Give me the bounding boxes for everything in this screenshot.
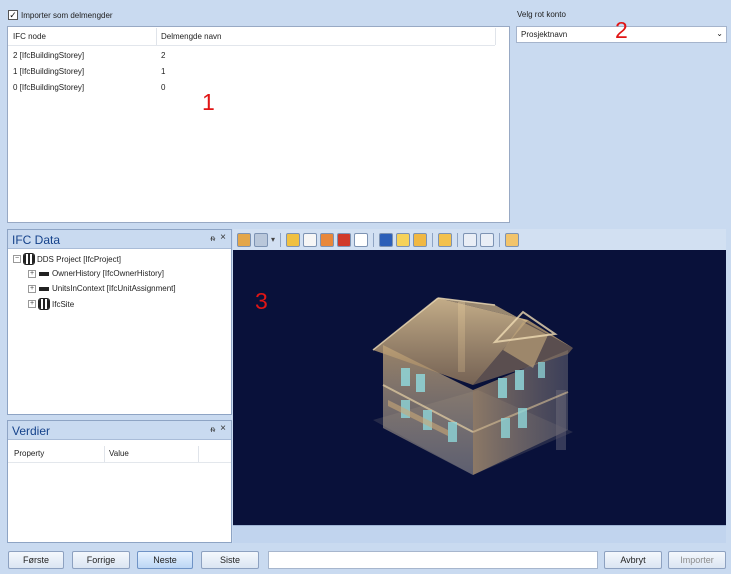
section-icon[interactable] [286, 232, 301, 247]
import-as-subsets-option[interactable]: ✓ Importer som delmengder [8, 10, 113, 20]
tree-node-site[interactable]: + IfcSite [28, 298, 75, 310]
next-button[interactable]: Neste [137, 551, 193, 569]
last-button[interactable]: Siste [201, 551, 259, 569]
axis-icon[interactable] [505, 232, 520, 247]
root-account-label: Velg rot konto [517, 10, 566, 19]
tree-node-owner-history[interactable]: + OwnerHistory [IfcOwnerHistory] [28, 269, 164, 278]
cell-subset-name[interactable]: 0 [161, 83, 165, 92]
ifc-data-panel: IFC Data ᵰ × − DDS Project [IfcProject] … [7, 229, 232, 415]
project-icon [23, 253, 35, 265]
tree-node-label: OwnerHistory [IfcOwnerHistory] [52, 269, 165, 278]
values-panel: Verdier ᵰ × Property Value [7, 420, 232, 543]
table-row[interactable]: 2 [IfcBuildingStorey] 2 [8, 49, 509, 64]
tree-node-label: DDS Project [IfcProject] [37, 254, 122, 264]
pin-icon[interactable]: ᵰ [211, 425, 215, 434]
pin-icon[interactable]: ᵰ [211, 234, 215, 243]
tree-node-units[interactable]: + UnitsInContext [IfcUnitAssignment] [28, 284, 176, 293]
close-icon[interactable]: × [220, 423, 226, 434]
root-account-value: Prosjektnavn [521, 30, 568, 39]
values-panel-header: Verdier ᵰ × [8, 421, 231, 440]
building-model [372, 297, 573, 475]
import-button[interactable]: Importer [668, 551, 726, 569]
subset-grid: IFC node Delmengde navn 2 [IfcBuildingSt… [7, 26, 510, 223]
expand-icon[interactable]: + [28, 269, 36, 278]
collapse-icon[interactable]: − [13, 255, 21, 263]
plane-icon[interactable] [379, 232, 394, 247]
column-header-subset-name[interactable]: Delmengde navn [161, 32, 221, 41]
dropdown-icon[interactable]: ▾ [271, 235, 275, 244]
hierarchy-icon[interactable] [303, 232, 318, 247]
values-title: Verdier [12, 424, 51, 438]
close-icon[interactable]: × [220, 232, 226, 243]
label-icon[interactable] [396, 232, 411, 247]
cell-ifc-node: 0 [IfcBuildingStorey] [13, 83, 85, 92]
table-row[interactable]: 0 [IfcBuildingStorey] 0 [8, 81, 509, 96]
values-header: Property Value [8, 445, 231, 463]
previous-button[interactable]: Forrige [72, 551, 130, 569]
pan-icon[interactable] [254, 232, 268, 247]
viewer-toolbar: ▾ [233, 229, 726, 250]
annotation-1: 1 [202, 89, 215, 115]
ifc-data-panel-header: IFC Data ᵰ × [8, 230, 231, 249]
cell-subset-name[interactable]: 1 [161, 67, 165, 76]
frame-icon[interactable] [480, 232, 495, 247]
property-set-icon [39, 271, 49, 276]
ifc-data-title: IFC Data [12, 233, 61, 247]
box-icon[interactable] [354, 232, 369, 247]
table-row[interactable]: 1 [IfcBuildingStorey] 1 [8, 65, 509, 80]
expand-icon[interactable]: + [28, 284, 36, 293]
tree-node-project[interactable]: − DDS Project [IfcProject] [13, 253, 122, 265]
model-viewer: ▾ [233, 229, 726, 543]
status-field [268, 551, 598, 569]
color-icon[interactable] [320, 232, 335, 247]
import-as-subsets-checkbox[interactable]: ✓ [8, 10, 18, 20]
first-button[interactable]: Første [8, 551, 64, 569]
material-icon[interactable] [337, 232, 352, 247]
cell-ifc-node: 2 [IfcBuildingStorey] [13, 51, 85, 60]
grid-header: IFC node Delmengde navn [8, 27, 496, 46]
expand-icon[interactable]: + [28, 300, 36, 308]
cell-ifc-node: 1 [IfcBuildingStorey] [13, 67, 85, 76]
3d-viewport[interactable] [233, 250, 726, 525]
property-set-icon [39, 286, 49, 291]
home-icon[interactable] [237, 232, 251, 247]
cell-subset-name[interactable]: 2 [161, 51, 165, 60]
chevron-down-icon[interactable]: ⌄ [716, 29, 723, 38]
cancel-button[interactable]: Avbryt [604, 551, 662, 569]
annotation-3: 3 [255, 288, 268, 314]
column-header-property[interactable]: Property [14, 449, 44, 458]
column-header-value[interactable]: Value [109, 449, 129, 458]
tree-node-label: UnitsInContext [IfcUnitAssignment] [52, 284, 176, 293]
tree-node-label: IfcSite [52, 299, 75, 309]
measure-icon[interactable] [413, 232, 428, 247]
fit-icon[interactable] [463, 232, 478, 247]
annotation-2: 2 [615, 17, 628, 43]
column-header-ifc-node[interactable]: IFC node [13, 32, 46, 41]
import-as-subsets-label: Importer som delmengder [21, 10, 113, 20]
site-icon [38, 298, 50, 310]
ruler-icon[interactable] [438, 232, 453, 247]
viewer-status-strip [233, 525, 726, 543]
